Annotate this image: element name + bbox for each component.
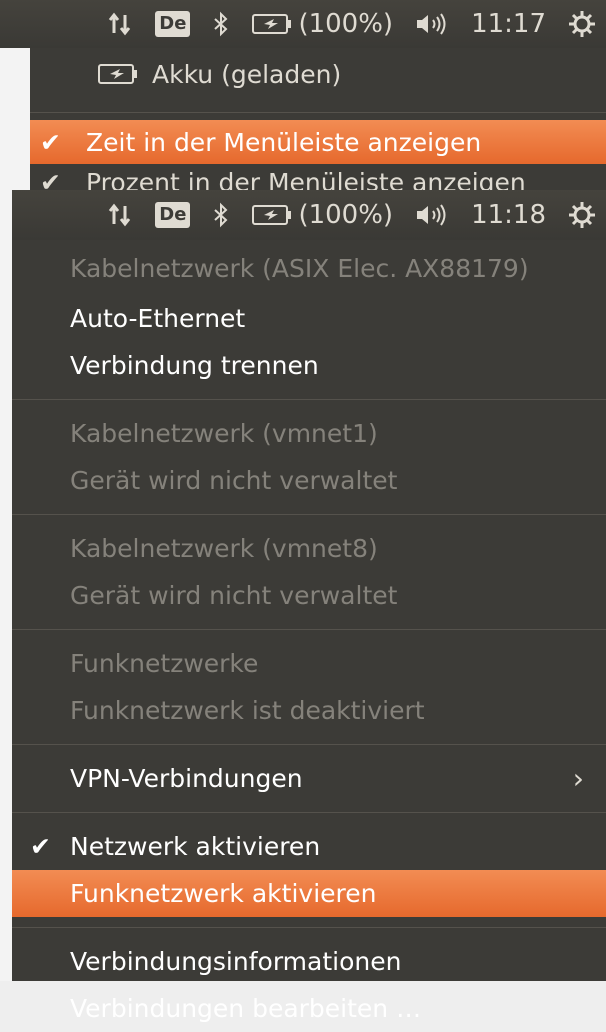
clock[interactable]: 11:18: [471, 200, 546, 230]
vmnet1-status-label: Gerät wird nicht verwaltet: [70, 466, 398, 495]
battery-icon: [252, 205, 292, 225]
wireless-status-item: Funknetzwerk ist deaktiviert: [12, 687, 606, 734]
wired-vmnet8-label: Kabelnetzwerk (vmnet8): [70, 534, 378, 563]
keyboard-layout-badge: De: [155, 11, 191, 37]
volume-icon[interactable]: [415, 11, 449, 37]
bluetooth-icon[interactable]: [212, 11, 230, 37]
top-panel-2: De (100%) 11:18: [12, 190, 606, 240]
battery-percent: (100%): [298, 200, 394, 230]
bluetooth-icon[interactable]: [212, 202, 230, 228]
show-percent-item[interactable]: ✔ Prozent in der Menüleiste anzeigen: [30, 164, 606, 190]
wired-asix-header: Kabelnetzwerk (ASIX Elec. AX88179): [12, 242, 606, 295]
top-panel-1: De (100%) 11:17: [0, 0, 606, 48]
enable-network-label: Netzwerk aktivieren: [70, 832, 321, 861]
menu-separator: [12, 927, 606, 928]
battery-percent: (100%): [298, 9, 394, 39]
menu-separator: [12, 744, 606, 745]
battery-indicator[interactable]: (100%): [252, 200, 393, 230]
auto-ethernet-label: Auto-Ethernet: [70, 304, 246, 333]
disconnect-item[interactable]: Verbindung trennen: [12, 342, 606, 389]
check-icon: ✔: [40, 168, 61, 190]
wired-asix-label: Kabelnetzwerk (ASIX Elec. AX88179): [70, 254, 529, 283]
enable-wireless-item[interactable]: Funknetzwerk aktivieren: [12, 870, 606, 917]
show-time-label: Zeit in der Menüleiste anzeigen: [86, 127, 482, 157]
enable-wireless-label: Funknetzwerk aktivieren: [70, 879, 377, 908]
background-window: [0, 48, 30, 190]
volume-icon[interactable]: [415, 202, 449, 228]
wired-vmnet1-header: Kabelnetzwerk (vmnet1): [12, 410, 606, 457]
wireless-header: Funknetzwerke: [12, 640, 606, 687]
battery-small-icon: [98, 64, 137, 84]
network-menu: Kabelnetzwerk (ASIX Elec. AX88179) Auto-…: [12, 240, 606, 1023]
wired-vmnet1-label: Kabelnetzwerk (vmnet1): [70, 419, 378, 448]
vmnet1-status-item: Gerät wird nicht verwaltet: [12, 457, 606, 504]
edit-connections-item[interactable]: Verbindungen bearbeiten …: [12, 985, 606, 1032]
wireless-header-label: Funknetzwerke: [70, 649, 259, 678]
auto-ethernet-item[interactable]: Auto-Ethernet: [12, 295, 606, 342]
menu-separator: [12, 514, 606, 515]
keyboard-layout-indicator[interactable]: De: [155, 202, 191, 228]
enable-network-item[interactable]: ✔ Netzwerk aktivieren: [12, 823, 606, 870]
wired-vmnet8-header: Kabelnetzwerk (vmnet8): [12, 525, 606, 572]
battery-menu: Akku (geladen) ✔ Zeit in der Menüleiste …: [30, 48, 606, 190]
vpn-connections-label: VPN-Verbindungen: [70, 764, 303, 793]
battery-icon: [252, 14, 292, 34]
chevron-right-icon: ›: [572, 762, 584, 795]
show-percent-label: Prozent in der Menüleiste anzeigen: [86, 168, 526, 190]
menu-separator: [12, 812, 606, 813]
keyboard-layout-indicator[interactable]: De: [155, 11, 191, 37]
disconnect-label: Verbindung trennen: [70, 351, 319, 380]
menu-separator: [12, 629, 606, 630]
connection-info-item[interactable]: Verbindungsinformationen: [12, 938, 606, 985]
network-updown-icon[interactable]: [107, 202, 133, 228]
wireless-status-label: Funknetzwerk ist deaktiviert: [70, 696, 425, 725]
session-gear-icon[interactable]: [568, 201, 596, 229]
menu-separator: [12, 399, 606, 400]
clock[interactable]: 11:17: [471, 9, 546, 39]
show-time-item[interactable]: ✔ Zeit in der Menüleiste anzeigen: [30, 120, 606, 164]
vpn-connections-item[interactable]: VPN-Verbindungen ›: [12, 755, 606, 802]
session-gear-icon[interactable]: [568, 10, 596, 38]
keyboard-layout-badge: De: [155, 202, 191, 228]
check-icon: ✔: [40, 127, 61, 157]
check-icon: ✔: [30, 832, 51, 861]
network-updown-icon[interactable]: [107, 11, 133, 37]
vmnet8-status-item: Gerät wird nicht verwaltet: [12, 572, 606, 619]
edit-connections-label: Verbindungen bearbeiten …: [70, 994, 422, 1023]
connection-info-label: Verbindungsinformationen: [70, 947, 402, 976]
battery-status-label: Akku (geladen): [152, 59, 342, 89]
menu-separator: [30, 112, 606, 113]
battery-indicator[interactable]: (100%): [252, 9, 393, 39]
battery-status-item[interactable]: Akku (geladen): [30, 48, 606, 100]
vmnet8-status-label: Gerät wird nicht verwaltet: [70, 581, 398, 610]
